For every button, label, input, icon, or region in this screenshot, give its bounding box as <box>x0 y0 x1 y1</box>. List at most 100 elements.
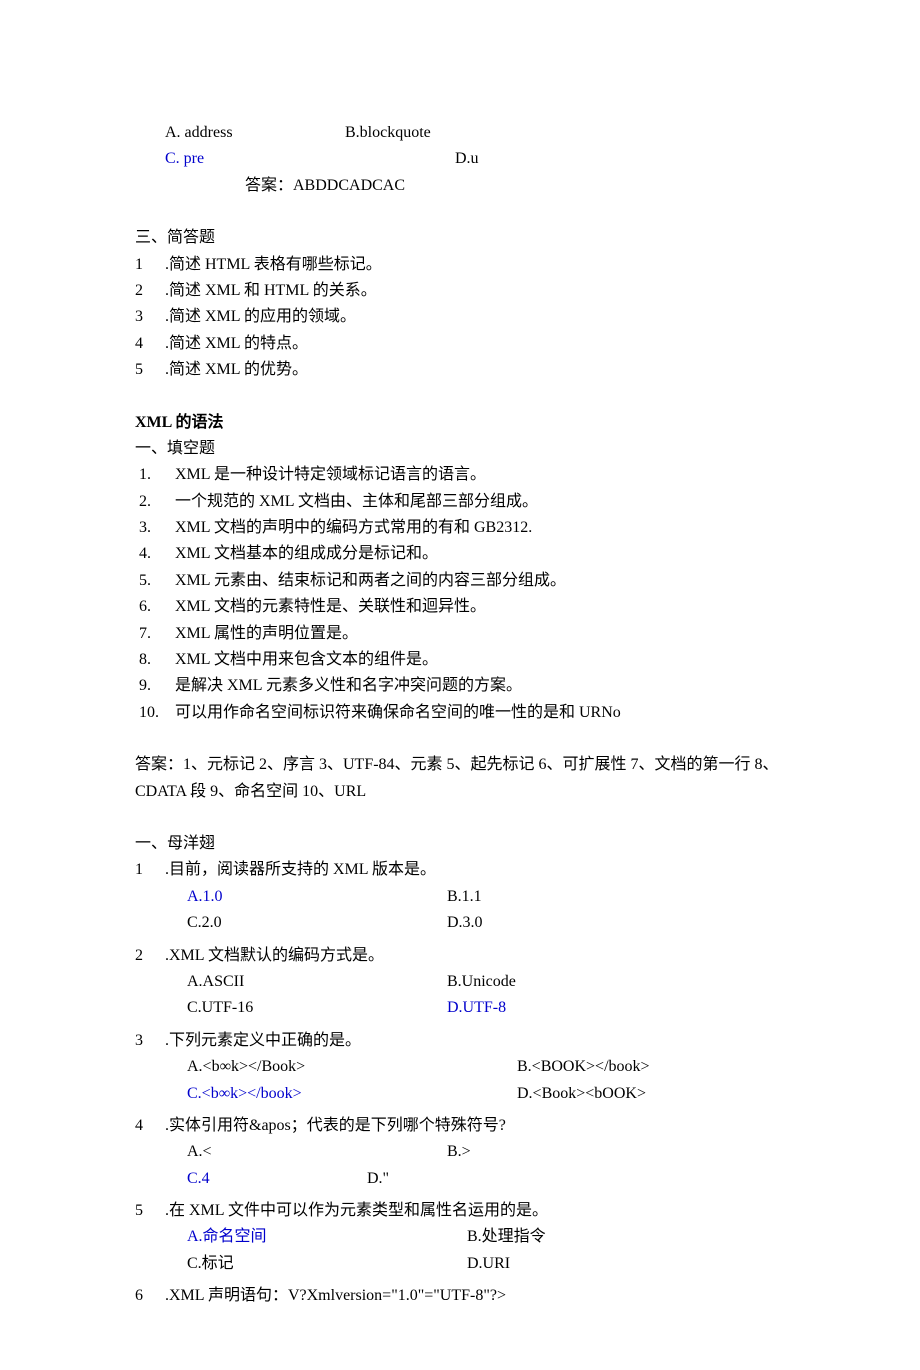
q2: 2.XML 文档默认的编码方式是。 <box>135 943 785 969</box>
sa-text: .简述 XML 的应用的领域。 <box>165 304 785 330</box>
opt-b: B.<BOOK></book> <box>517 1054 650 1080</box>
fill-text: XML 元素由、结束标记和两者之间的内容三部分组成。 <box>175 568 566 594</box>
q-num: 3 <box>135 1028 165 1054</box>
fill-text: XML 是一种设计特定领域标记语言的语言。 <box>175 462 486 488</box>
q-num: 2 <box>135 943 165 969</box>
choice-title: 一、母洋翅 <box>135 831 785 857</box>
fill-num: 6. <box>139 594 175 620</box>
fill-item: 5.XML 元素由、结束标记和两者之间的内容三部分组成。 <box>139 568 785 594</box>
q5-opts: A.命名空间 B.处理指令 <box>187 1224 785 1250</box>
fill-num: 8. <box>139 647 175 673</box>
q3-opts: A.<b∞k></Book> B.<BOOK></book> <box>187 1054 785 1080</box>
q-num: 5 <box>135 1198 165 1224</box>
opt-b: B.Unicode <box>447 969 516 995</box>
q4-opts2: C.4 D." <box>187 1166 785 1192</box>
q3: 3.下列元素定义中正确的是。 <box>135 1028 785 1054</box>
option-c: C. pre <box>165 146 455 172</box>
sa-item: 1.简述 HTML 表格有哪些标记。 <box>135 252 785 278</box>
q1: 1.目前，阅读器所支持的 XML 版本是。 <box>135 857 785 883</box>
q-num: 6 <box>135 1283 165 1309</box>
fill-num: 4. <box>139 541 175 567</box>
sa-num: 1 <box>135 252 165 278</box>
fill-item: 10.可以用作命名空间标识符来确保命名空间的唯一性的是和 URNo <box>139 700 785 726</box>
q-text: .XML 文档默认的编码方式是。 <box>165 943 785 969</box>
fill-text: 一个规范的 XML 文档由、主体和尾部三部分组成。 <box>175 489 538 515</box>
q-text: .在 XML 文件中可以作为元素类型和属性名运用的是。 <box>165 1198 785 1224</box>
fill-item: 8.XML 文档中用来包含文本的组件是。 <box>139 647 785 673</box>
fill-text: XML 文档基本的组成成分是标记和。 <box>175 541 438 567</box>
opt-d: D.3.0 <box>447 910 483 936</box>
q-text: .下列元素定义中正确的是。 <box>165 1028 785 1054</box>
opt-b: B.处理指令 <box>467 1224 546 1250</box>
section-short-answer: 三、简答题 1.简述 HTML 表格有哪些标记。 2.简述 XML 和 HTML… <box>135 225 785 383</box>
fill-text: 可以用作命名空间标识符来确保命名空间的唯一性的是和 URNo <box>175 700 621 726</box>
sa-num: 3 <box>135 304 165 330</box>
sa-item: 2.简述 XML 和 HTML 的关系。 <box>135 278 785 304</box>
fill-text: XML 属性的声明位置是。 <box>175 621 358 647</box>
opt-c: C.4 <box>187 1166 367 1192</box>
section-xml-syntax: XML 的语法 一、填空题 1.XML 是一种设计特定领域标记语言的语言。 2.… <box>135 410 785 727</box>
fill-text: 是解决 XML 元素多义性和名字冲突问题的方案。 <box>175 673 522 699</box>
fill-item: 9.是解决 XML 元素多义性和名字冲突问题的方案。 <box>139 673 785 699</box>
q3-opts2: C.<b∞k></book> D.<Book><bOOK> <box>187 1081 785 1107</box>
q6: 6.XML 声明语句：V?Xmlversion="1.0"="UTF-8"?> <box>135 1283 785 1309</box>
q4-opts: A.< B.> <box>187 1139 785 1165</box>
q-num: 1 <box>135 857 165 883</box>
sa-item: 3.简述 XML 的应用的领域。 <box>135 304 785 330</box>
sa-text: .简述 XML 的特点。 <box>165 331 785 357</box>
q-num: 4 <box>135 1113 165 1139</box>
opt-b: B.1.1 <box>447 884 482 910</box>
sa-item: 4.简述 XML 的特点。 <box>135 331 785 357</box>
opt-a: A.<b∞k></Book> <box>187 1054 517 1080</box>
syntax-title: XML 的语法 <box>135 410 785 436</box>
opt-a: A.ASCII <box>187 969 447 995</box>
opt-d: D.URI <box>467 1251 510 1277</box>
fill-answer: 答案：1、元标记 2、序言 3、UTF-84、元素 5、起先标记 6、可扩展性 … <box>135 752 785 805</box>
opt-d: D.<Book><bOOK> <box>517 1081 646 1107</box>
fill-item: 3.XML 文档的声明中的编码方式常用的有和 GB2312. <box>139 515 785 541</box>
q1-opts: A.1.0 B.1.1 <box>187 884 785 910</box>
answer-key-top: 答案：ABDDCADCAC <box>245 173 785 199</box>
q1-opts2: C.2.0 D.3.0 <box>187 910 785 936</box>
q2-opts: A.ASCII B.Unicode <box>187 969 785 995</box>
sa-num: 5 <box>135 357 165 383</box>
q-text: .目前，阅读器所支持的 XML 版本是。 <box>165 857 785 883</box>
sa-text: .简述 XML 的优势。 <box>165 357 785 383</box>
fill-num: 7. <box>139 621 175 647</box>
opt-c: C.<b∞k></book> <box>187 1081 517 1107</box>
sa-text: .简述 XML 和 HTML 的关系。 <box>165 278 785 304</box>
q5-opts2: C.标记 D.URI <box>187 1251 785 1277</box>
option-b: B.blockquote <box>345 120 431 146</box>
option-d: D.u <box>455 146 479 172</box>
q-text: .实体引用符&apos；代表的是下列哪个特殊符号? <box>165 1113 785 1139</box>
fill-item: 2.一个规范的 XML 文档由、主体和尾部三部分组成。 <box>139 489 785 515</box>
opt-a: A.< <box>187 1139 447 1165</box>
fill-item: 6.XML 文档的元素特性是、关联性和迴异性。 <box>139 594 785 620</box>
opt-c: C.标记 <box>187 1251 467 1277</box>
section-choice: 一、母洋翅 1.目前，阅读器所支持的 XML 版本是。 A.1.0 B.1.1 … <box>135 831 785 1310</box>
sa-num: 2 <box>135 278 165 304</box>
fill-num: 1. <box>139 462 175 488</box>
opt-c: C.2.0 <box>187 910 447 936</box>
opt-a: A.命名空间 <box>187 1224 467 1250</box>
fill-num: 5. <box>139 568 175 594</box>
opt-d: D." <box>367 1166 389 1192</box>
fill-title: 一、填空题 <box>135 436 785 462</box>
opt-a: A.1.0 <box>187 884 447 910</box>
opt-c: C.UTF-16 <box>187 995 447 1021</box>
fill-text: XML 文档的元素特性是、关联性和迴异性。 <box>175 594 486 620</box>
fill-num: 10. <box>139 700 175 726</box>
prev-question-options: A. address B.blockquote <box>165 120 785 146</box>
opt-b: B.> <box>447 1139 471 1165</box>
option-a: A. address <box>165 120 345 146</box>
fill-item: 1.XML 是一种设计特定领域标记语言的语言。 <box>139 462 785 488</box>
fill-text: XML 文档的声明中的编码方式常用的有和 GB2312. <box>175 515 532 541</box>
sa-num: 4 <box>135 331 165 357</box>
sa-item: 5.简述 XML 的优势。 <box>135 357 785 383</box>
fill-num: 2. <box>139 489 175 515</box>
section-title: 三、简答题 <box>135 225 785 251</box>
sa-text: .简述 HTML 表格有哪些标记。 <box>165 252 785 278</box>
fill-num: 9. <box>139 673 175 699</box>
fill-item: 4.XML 文档基本的组成成分是标记和。 <box>139 541 785 567</box>
fill-text: XML 文档中用来包含文本的组件是。 <box>175 647 438 673</box>
